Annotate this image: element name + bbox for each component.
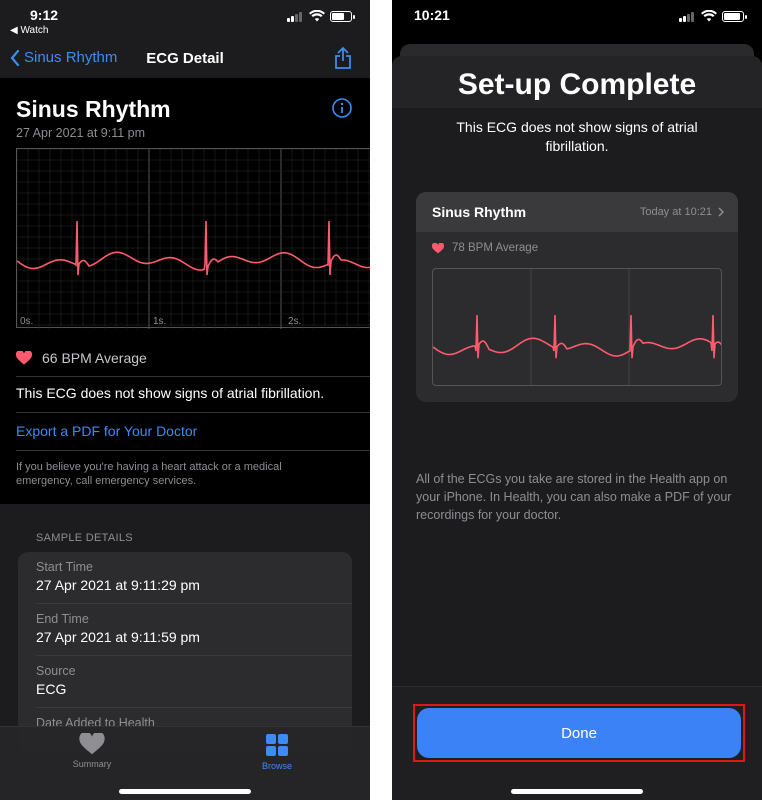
divider	[16, 376, 370, 377]
nav-bar: Sinus Rhythm ECG Detail	[0, 40, 370, 78]
recording-date: 27 Apr 2021 at 9:11 pm	[16, 126, 146, 140]
status-bar: 9:12 ◀ Watch	[0, 0, 370, 40]
rhythm-title: Sinus Rhythm	[432, 204, 527, 220]
detail-row: Source ECG	[36, 664, 352, 697]
share-button[interactable]	[334, 46, 352, 75]
sample-details-heading: SAMPLE DETAILS	[36, 532, 133, 544]
detail-value: 27 Apr 2021 at 9:11:29 pm	[36, 577, 200, 593]
divider	[36, 707, 352, 708]
detail-value: 27 Apr 2021 at 9:11:59 pm	[36, 629, 200, 645]
detail-value: ECG	[36, 681, 67, 697]
ecg-waveform	[433, 269, 721, 385]
info-icon	[332, 98, 352, 118]
status-bar: 10:21	[392, 0, 762, 40]
detail-label: Start Time	[36, 560, 93, 574]
wifi-icon	[701, 10, 717, 22]
chevron-right-icon	[718, 207, 724, 217]
recording-time: Today at 10:21	[640, 206, 724, 218]
ecg-result-text: This ECG does not show signs of atrial f…	[16, 385, 325, 401]
divider	[16, 412, 370, 413]
bpm-average: 66 BPM Average	[16, 350, 147, 366]
divider	[36, 603, 352, 604]
page-title: ECG Detail	[146, 50, 224, 67]
setup-complete-screen: 10:21 Set-up Complete This ECG does not …	[392, 0, 762, 800]
heart-icon	[79, 731, 105, 755]
heart-icon	[16, 351, 32, 365]
tab-label: Browse	[261, 761, 292, 771]
ecg-graph	[16, 148, 370, 329]
home-indicator[interactable]	[119, 789, 251, 794]
detail-row: End Time 27 Apr 2021 at 9:11:59 pm	[36, 612, 352, 645]
status-icons	[287, 10, 355, 22]
ecg-summary-card: Sinus Rhythm 27 Apr 2021 at 9:11 pm 0s. …	[0, 78, 370, 504]
bpm-average-text: 66 BPM Average	[42, 350, 147, 366]
sample-details-card: Start Time 27 Apr 2021 at 9:11:29 pm End…	[18, 552, 352, 752]
tab-label: Summary	[72, 759, 112, 769]
ecg-waveform	[16, 148, 370, 329]
storage-info-text: All of the ECGs you take are stored in t…	[416, 472, 732, 522]
battery-icon	[722, 10, 747, 22]
emergency-note: If you believe you're having a heart att…	[16, 461, 282, 487]
ecg-result-text: This ECG does not show signs of atrial f…	[456, 119, 698, 154]
bpm-average-text: 78 BPM Average	[452, 242, 539, 254]
axis-label-2s: 2s.	[288, 316, 302, 327]
tab-browse[interactable]: Browse	[237, 733, 317, 771]
bpm-average: 78 BPM Average	[432, 242, 538, 254]
ecg-recording-card[interactable]: Sinus Rhythm Today at 10:21 78 BPM Avera…	[416, 192, 738, 402]
axis-label-0s: 0s.	[20, 316, 34, 327]
home-indicator[interactable]	[511, 789, 643, 794]
tab-summary[interactable]: Summary	[52, 731, 132, 769]
info-button[interactable]	[332, 98, 352, 123]
heart-icon	[432, 242, 444, 253]
signal-icon	[287, 11, 304, 22]
export-pdf-link[interactable]: Export a PDF for Your Doctor	[16, 423, 197, 439]
ecg-trace	[433, 314, 721, 359]
ecg-detail-screen: 9:12 ◀ Watch Sinus Rhythm ECG Detail Sin…	[0, 0, 370, 800]
status-time: 10:21	[414, 7, 450, 23]
divider	[36, 655, 352, 656]
status-time: 9:12	[30, 7, 59, 23]
battery-icon	[330, 10, 355, 22]
card-header: Sinus Rhythm Today at 10:21	[416, 192, 738, 232]
detail-label: Source	[36, 664, 76, 678]
share-icon	[335, 46, 351, 69]
axis-label-1s: 1s.	[153, 316, 167, 327]
detail-label: End Time	[36, 612, 89, 626]
recording-time-text: Today at 10:21	[639, 206, 712, 218]
divider	[16, 450, 370, 451]
wifi-icon	[309, 10, 325, 22]
status-icons	[679, 10, 747, 22]
tab-bar: Summary Browse	[0, 726, 370, 800]
done-button[interactable]: Done	[417, 708, 741, 758]
signal-icon	[679, 11, 696, 22]
detail-row: Start Time 27 Apr 2021 at 9:11:29 pm	[36, 560, 352, 593]
rhythm-title: Sinus Rhythm	[16, 96, 171, 122]
page-title: Set-up Complete	[457, 68, 697, 101]
ecg-graph	[432, 268, 722, 386]
back-to-app-link[interactable]: ◀ Watch	[10, 25, 48, 36]
grid-icon	[266, 734, 288, 756]
